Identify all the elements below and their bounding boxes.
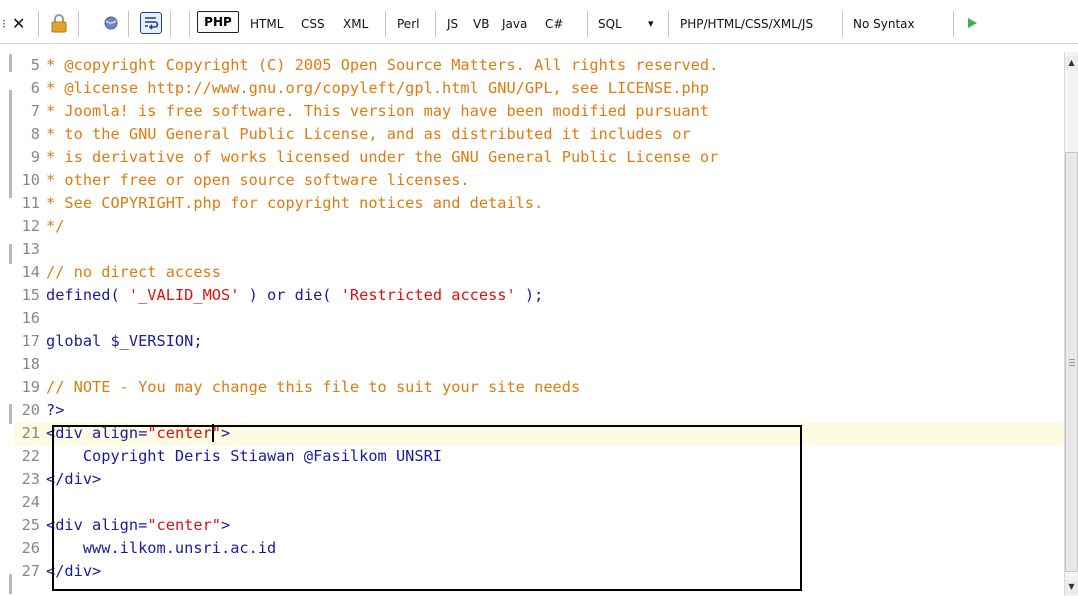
line-number: 22 <box>21 447 40 465</box>
close-icon[interactable]: ✕ <box>12 13 25 35</box>
line-number: 27 <box>21 562 40 580</box>
lang-sql-button[interactable]: SQL <box>598 13 622 35</box>
code-text: * other free or open source software lic… <box>46 169 470 192</box>
line-number: 9 <box>30 148 40 166</box>
lang-multi-button[interactable]: PHP/HTML/CSS/XML/JS <box>680 13 813 35</box>
line-number: 19 <box>21 378 40 396</box>
line-number: 15 <box>21 286 40 304</box>
editor-toolbar: ⁝ ✕ PHP HTML CSS XML Perl JS VB Java C# … <box>0 0 1078 44</box>
lang-css-button[interactable]: CSS <box>301 13 325 35</box>
code-token: ); <box>515 286 544 304</box>
code-text: * See COPYRIGHT.php for copyright notice… <box>46 192 543 215</box>
line-number: 16 <box>21 309 40 327</box>
toolbar-separator <box>587 11 588 37</box>
line-number: 13 <box>21 240 40 258</box>
no-syntax-button[interactable]: No Syntax <box>853 13 915 35</box>
code-token: // NOTE - You may change this file to su… <box>46 378 581 396</box>
line-number: 7 <box>30 102 40 120</box>
line-number: 26 <box>21 539 40 557</box>
scroll-down-icon[interactable]: ▼ <box>1065 580 1078 594</box>
code-token: 'Restricted access' <box>340 286 516 304</box>
toolbar-separator <box>78 11 79 37</box>
lang-csharp-button[interactable]: C# <box>545 13 563 35</box>
code-text: // NOTE - You may change this file to su… <box>46 376 580 399</box>
lang-xml-button[interactable]: XML <box>343 13 368 35</box>
code-token: * Joomla! is free software. This version… <box>46 102 710 120</box>
code-token: */ <box>46 217 65 235</box>
code-token: ) or die( <box>239 286 341 304</box>
toolbar-separator <box>189 11 190 37</box>
line-number: 5 <box>30 56 40 74</box>
code-text: global $_VERSION; <box>46 330 203 353</box>
code-token: * @license http://www.gnu.org/copyleft/g… <box>46 79 710 97</box>
code-text: defined( '_VALID_MOS' ) or die( 'Restric… <box>46 284 543 307</box>
lang-php-button[interactable]: PHP <box>197 11 239 33</box>
highlight-box <box>52 425 802 591</box>
line-number: 23 <box>21 470 40 488</box>
code-text: * is derivative of works licensed under … <box>46 146 718 169</box>
line-number: 6 <box>30 79 40 97</box>
line-number: 12 <box>21 217 40 235</box>
lang-perl-button[interactable]: Perl <box>397 13 419 35</box>
lock-icon[interactable] <box>48 12 70 34</box>
lang-java-button[interactable]: Java <box>502 13 527 35</box>
line-number: 11 <box>21 194 40 212</box>
toolbar-separator <box>128 11 129 37</box>
code-text: * @license http://www.gnu.org/copyleft/g… <box>46 77 709 100</box>
toolbar-grip: ⁝ <box>2 17 6 31</box>
code-text: */ <box>46 215 64 238</box>
left-panel-edge <box>0 44 14 596</box>
lang-html-button[interactable]: HTML <box>250 13 283 35</box>
line-number: 10 <box>21 171 40 189</box>
lang-vb-button[interactable]: VB <box>473 13 489 35</box>
code-text: ?> <box>46 399 64 422</box>
lang-js-button[interactable]: JS <box>447 13 458 35</box>
code-token: * is derivative of works licensed under … <box>46 148 719 166</box>
line-number: 18 <box>21 355 40 373</box>
line-number: 14 <box>21 263 40 281</box>
line-number: 17 <box>21 332 40 350</box>
code-token: * other free or open source software lic… <box>46 171 470 189</box>
toolbar-separator <box>435 11 436 37</box>
code-text: * Joomla! is free software. This version… <box>46 100 709 123</box>
globe-icon[interactable] <box>100 12 122 34</box>
line-number: 20 <box>21 401 40 419</box>
scroll-up-icon[interactable]: ▲ <box>1065 56 1078 70</box>
code-token: '_VALID_MOS' <box>128 286 240 304</box>
code-text: // no direct access <box>46 261 221 284</box>
scrollbar-thumb[interactable] <box>1065 152 1078 572</box>
play-icon[interactable] <box>962 12 984 34</box>
code-token: defined( <box>46 286 129 304</box>
code-token: * See COPYRIGHT.php for copyright notice… <box>46 194 544 212</box>
toolbar-separator <box>668 11 669 37</box>
line-number: 21 <box>21 424 40 442</box>
toolbar-separator <box>385 11 386 37</box>
wrap-icon[interactable] <box>140 12 162 34</box>
vertical-scrollbar[interactable]: ▲ ▼ <box>1064 52 1078 596</box>
sql-dropdown-chevron-icon[interactable]: ▾ <box>648 13 654 35</box>
code-token: global $_VERSION; <box>46 332 203 350</box>
toolbar-separator <box>38 11 39 37</box>
toolbar-separator <box>842 11 843 37</box>
code-token: // no direct access <box>46 263 221 281</box>
toolbar-separator <box>170 11 171 37</box>
toolbar-separator <box>953 11 954 37</box>
code-token: ?> <box>46 401 65 419</box>
line-number: 24 <box>21 493 40 511</box>
line-number: 25 <box>21 516 40 534</box>
code-token: * to the GNU General Public License, and… <box>46 125 691 143</box>
line-number: 8 <box>30 125 40 143</box>
code-token: * @copyright Copyright (C) 2005 Open Sou… <box>46 56 719 74</box>
code-text: * to the GNU General Public License, and… <box>46 123 691 146</box>
code-text: * @copyright Copyright (C) 2005 Open Sou… <box>46 54 718 77</box>
